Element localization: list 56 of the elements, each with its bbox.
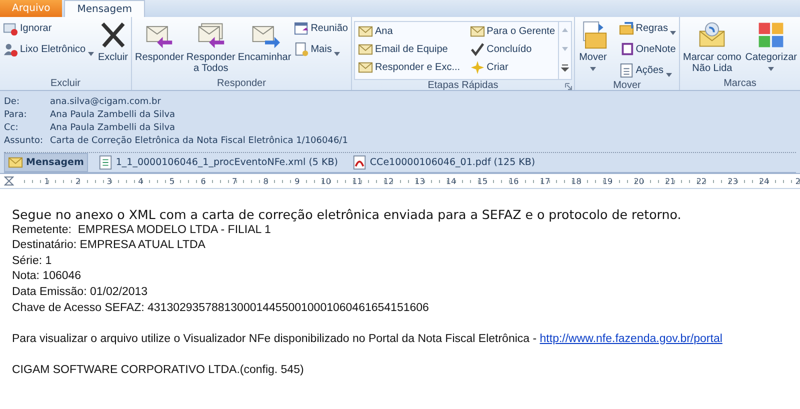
field-value: ana.silva@cigam.com.br <box>50 96 161 107</box>
group-label: Etapas Rápidas <box>428 80 498 90</box>
document-icon <box>294 42 309 57</box>
field-label: Assunto: <box>4 136 44 146</box>
ribbon-button[interactable]: Marcar como Não Lida <box>682 19 742 75</box>
body-text: Remetente: EMPRESA MODELO LTDA - FILIAL 1 <box>12 222 272 238</box>
checkmark-icon <box>470 42 485 56</box>
field-value: Ana Paula Zambelli da Silva <box>50 110 176 120</box>
ribbon-button[interactable]: Ignorar <box>2 19 95 38</box>
group-label: Mover <box>613 80 641 90</box>
body-text: Destinatário: EMPRESA ATUAL LTDA <box>12 238 206 254</box>
mail-icon <box>470 24 485 38</box>
body-text: Segue no anexo o XML com a carta de correção eletrônica enviada para a SEFAZ e o protocolo de retorno. <box>12 207 682 223</box>
portal-link[interactable]: http://www.nfe.fazenda.gov.br/portal <box>540 332 722 345</box>
ribbon-button[interactable]: Reunião <box>292 19 349 38</box>
calendar-icon <box>294 21 309 36</box>
mail-icon <box>358 60 373 74</box>
field-value: Carta de Correção Eletrônica da Nota Fiscal Eletrônica 1/106046/1 <box>50 136 348 146</box>
field-value: Ana Paula Zambelli da Silva <box>50 123 176 134</box>
body-text: Data Emissão: 01/02/2013 <box>12 284 149 300</box>
dialog-launcher-icon[interactable] <box>565 82 572 89</box>
folder-icon <box>618 21 634 36</box>
sparkle-icon <box>470 60 485 74</box>
document-icon <box>98 155 113 170</box>
quick-step-item[interactable]: Criar <box>468 58 556 76</box>
body-text: Para visualizar o arquivo utilize o Visualizador NFe disponibilizado no Portal da Nota Fiscal Eletrônica - <box>12 332 538 345</box>
document-icon <box>618 63 634 78</box>
body-text: Nota: 106046 <box>12 269 82 284</box>
ribbon-button[interactable]: Excluir <box>96 19 129 64</box>
mail-icon <box>358 24 373 38</box>
field-label: Para: <box>4 110 28 120</box>
person-icon <box>3 42 18 57</box>
body-text: Série: 1 <box>12 254 53 269</box>
field-label: Cc: <box>4 123 20 134</box>
group-label: Excluir <box>50 78 80 88</box>
ribbon-button[interactable]: Responder a Todos <box>185 19 236 75</box>
pdf-document-icon <box>352 155 367 170</box>
attachment-tab[interactable]: Mensagem <box>4 153 88 172</box>
indent-marker-icon[interactable] <box>4 176 14 186</box>
ribbon-button[interactable]: Encaminhar <box>236 19 292 64</box>
field-label: De: <box>4 96 20 107</box>
ribbon-button[interactable]: OneNote <box>618 40 677 59</box>
body-text: CIGAM SOFTWARE CORPORATIVO LTDA.(config. 545) <box>12 362 305 378</box>
ribbon-tab[interactable]: Mensagem <box>64 0 145 17</box>
attachment-tab[interactable]: 1_1_0000106046_1_procEventoNFe.xml (5 KB) <box>94 153 342 172</box>
quick-step-item[interactable]: Ana <box>357 22 462 40</box>
quick-step-item[interactable]: Para o Gerente <box>468 22 556 40</box>
quick-step-item[interactable]: Concluído <box>468 40 556 58</box>
quick-step-item[interactable]: Email de Equipe <box>357 40 462 58</box>
ribbon-button[interactable]: Responder <box>134 19 185 64</box>
attachment-tab[interactable]: CCe10000106046_01.pdf (125 KB) <box>348 153 540 172</box>
quick-step-item[interactable]: Responder e Exc... <box>357 58 462 76</box>
body-text: Chave de Acesso SEFAZ: 43130293578813000144550010001060461654151606 <box>12 300 430 316</box>
mail-icon <box>358 42 373 56</box>
group-label: Marcas <box>724 78 756 88</box>
group-label: Responder <box>217 78 266 88</box>
